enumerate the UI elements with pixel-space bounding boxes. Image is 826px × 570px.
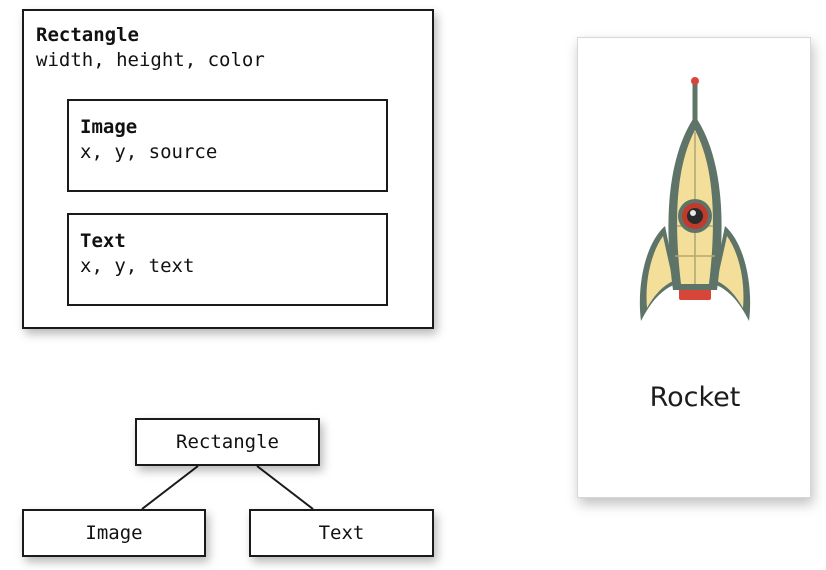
tree-node-image: Image xyxy=(22,509,206,557)
rocket-label: Rocket xyxy=(649,382,741,413)
tree-node-text: Text xyxy=(249,509,434,557)
rocket-icon xyxy=(639,77,751,321)
tree-node-rectangle: Rectangle xyxy=(135,418,320,466)
edge-root-image xyxy=(141,465,199,510)
preview-card: Rocket xyxy=(577,37,811,498)
edge-root-text xyxy=(256,465,314,510)
